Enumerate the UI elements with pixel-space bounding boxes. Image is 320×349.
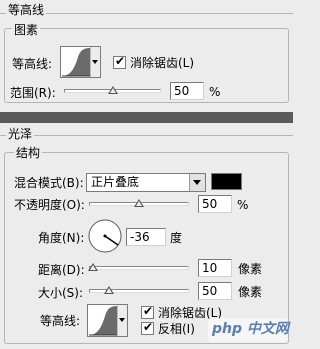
angle-input[interactable]: -36: [126, 228, 166, 246]
size-slider-thumb[interactable]: [104, 286, 114, 294]
elements-group-label: 图素: [12, 23, 41, 37]
watermark-logo: php 中文网: [208, 318, 289, 342]
opacity-label: 不透明度(O):: [14, 198, 85, 212]
distance-slider-thumb[interactable]: [88, 263, 98, 271]
size-input[interactable]: 50: [198, 282, 232, 300]
chevron-down-icon: [92, 60, 98, 64]
opacity-slider-thumb[interactable]: [134, 199, 144, 207]
blend-mode-label: 混合模式(B):: [14, 176, 84, 190]
range-input[interactable]: 50: [170, 82, 204, 100]
checkmark-icon: ✔: [143, 320, 154, 334]
chevron-down-icon: [119, 318, 125, 322]
distance-unit: 像素: [238, 262, 263, 276]
angle-label: 角度(N):: [38, 231, 85, 245]
blend-mode-select[interactable]: 正片叠底: [86, 173, 206, 192]
panel-separator: [0, 112, 293, 123]
gloss-color-swatch[interactable]: [211, 173, 242, 190]
checkmark-icon: ✔: [143, 304, 154, 318]
checkmark-icon: ✔: [115, 54, 126, 68]
blend-mode-dropdown-button[interactable]: [189, 174, 205, 191]
range-unit: %: [209, 85, 221, 99]
contour-curve-icon: [89, 306, 117, 336]
invert-checkbox[interactable]: ✔: [141, 320, 154, 335]
size-unit: 像素: [238, 285, 263, 299]
gloss-antialias-checkbox[interactable]: ✔: [141, 304, 154, 319]
gloss-divider: [0, 135, 293, 136]
distance-slider-track[interactable]: [89, 266, 189, 270]
contour-curve-icon: [62, 48, 90, 77]
blend-mode-value: 正片叠底: [91, 175, 140, 189]
antialias-checkbox[interactable]: ✔: [113, 54, 126, 69]
angle-unit: 度: [170, 231, 183, 245]
range-slider-thumb[interactable]: [107, 86, 118, 94]
opacity-input[interactable]: 50: [198, 195, 232, 213]
range-label: 范围(R):: [10, 86, 56, 100]
contour-section-title: 等高线: [6, 3, 47, 17]
contour-picker[interactable]: [60, 46, 101, 78]
chevron-down-icon: [193, 180, 201, 185]
size-label: 大小(S):: [38, 286, 84, 300]
angle-dial[interactable]: [87, 218, 123, 254]
invert-label: 反相(I): [158, 322, 195, 336]
gloss-contour-dropdown-button[interactable]: [117, 305, 127, 336]
antialias-label: 消除锯齿(L): [130, 56, 195, 70]
gloss-contour-picker[interactable]: [87, 304, 128, 337]
opacity-unit: %: [237, 198, 249, 212]
structure-group-label: 结构: [14, 146, 43, 160]
contour-label: 等高线:: [12, 57, 53, 71]
distance-label: 距离(D):: [38, 263, 85, 277]
gloss-section-title: 光泽: [6, 127, 35, 141]
gloss-contour-label: 等高线:: [40, 314, 81, 328]
watermark-text: php 中文网: [212, 321, 289, 337]
contour-dropdown-button[interactable]: [90, 47, 100, 77]
distance-input[interactable]: 10: [198, 259, 232, 277]
